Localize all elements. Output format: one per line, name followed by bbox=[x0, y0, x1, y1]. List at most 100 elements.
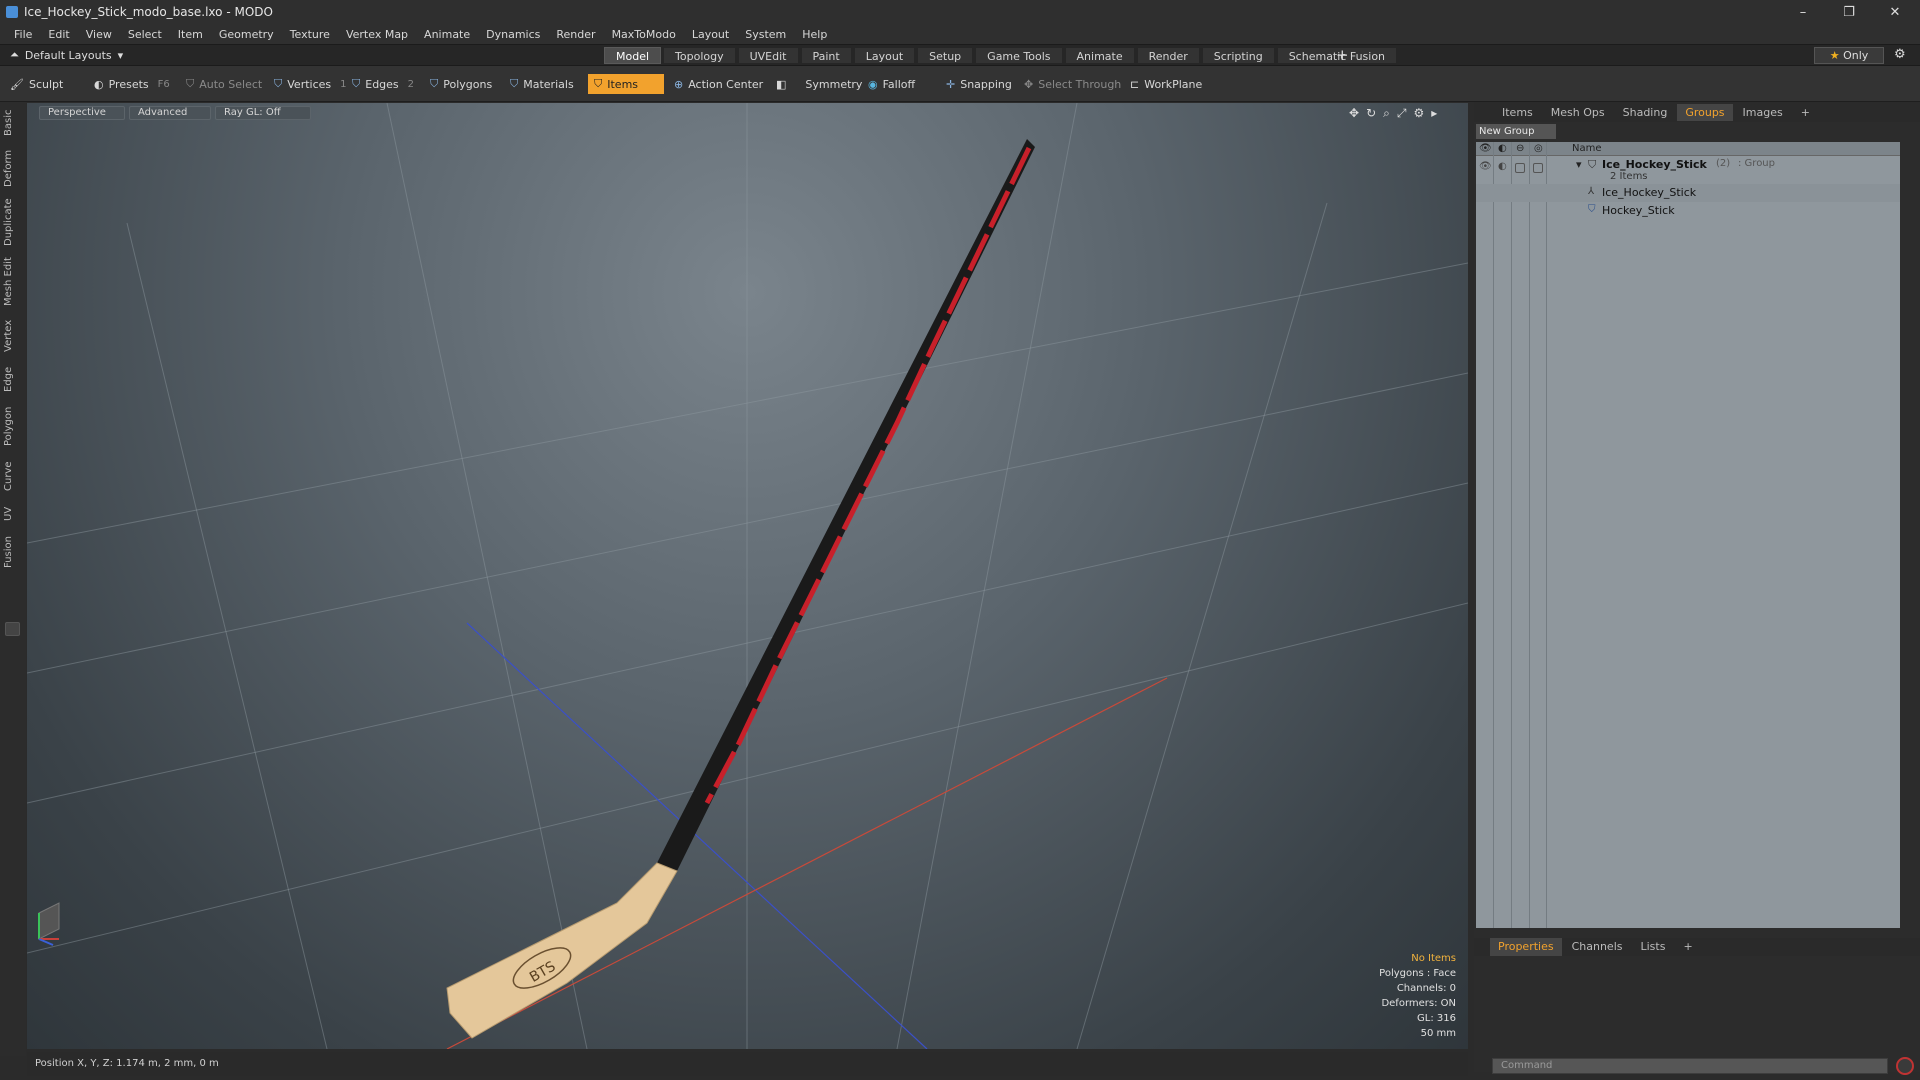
tab-layout[interactable]: Layout bbox=[853, 47, 916, 64]
menu-edit[interactable]: Edit bbox=[40, 28, 77, 41]
lock-icon[interactable]: ⊖ bbox=[1516, 143, 1524, 154]
left-tab-curve[interactable]: Curve bbox=[3, 456, 21, 496]
tab-model[interactable]: Model bbox=[604, 47, 662, 64]
auto-select-button[interactable]: ⛉ Auto Select bbox=[180, 74, 268, 94]
snapping-button[interactable]: ✛ Snapping bbox=[940, 74, 1018, 94]
menu-item[interactable]: Item bbox=[170, 28, 211, 41]
tab-properties[interactable]: Properties bbox=[1490, 938, 1562, 956]
menu-file[interactable]: File bbox=[6, 28, 40, 41]
hockey-stick-model[interactable]: BTS bbox=[446, 139, 1035, 1039]
list-item[interactable]: ⅄ Ice_Hockey_Stick bbox=[1476, 184, 1900, 202]
left-tab-basic[interactable]: Basic bbox=[3, 106, 21, 140]
workplane-button[interactable]: ⊏ WorkPlane bbox=[1124, 74, 1208, 94]
add-bottom-tab-icon[interactable]: + bbox=[1675, 938, 1700, 956]
falloff-button[interactable]: ◉ Falloff bbox=[862, 74, 921, 94]
new-group-button[interactable]: New Group bbox=[1476, 124, 1556, 139]
edges-button[interactable]: ⛉ Edges 2 bbox=[346, 74, 420, 94]
viewport-hud: No Items Polygons : Face Channels: 0 Def… bbox=[1379, 951, 1456, 1041]
menu-render[interactable]: Render bbox=[548, 28, 603, 41]
tab-animate[interactable]: Animate bbox=[1064, 47, 1135, 64]
group-expand-icon[interactable]: ▾ bbox=[1576, 158, 1582, 171]
symmetry-button[interactable]: ◧ Symmetry bbox=[770, 74, 868, 94]
tab-scripting[interactable]: Scripting bbox=[1201, 47, 1275, 64]
row-lock-toggle[interactable] bbox=[1515, 163, 1525, 173]
menu-system[interactable]: System bbox=[737, 28, 794, 41]
viewport-gear-icon[interactable]: ⚙ bbox=[1413, 106, 1424, 121]
tab-uvedit[interactable]: UVEdit bbox=[737, 47, 799, 64]
left-tab-edge[interactable]: Edge bbox=[3, 362, 21, 396]
row-eye-icon[interactable]: 👁 bbox=[1479, 161, 1492, 172]
tab-images[interactable]: Images bbox=[1735, 104, 1791, 121]
left-tab-polygon[interactable]: Polygon bbox=[3, 402, 21, 450]
raygl-button[interactable]: Ray GL: Off bbox=[215, 106, 311, 120]
modo-app-icon bbox=[6, 6, 18, 18]
visibility-eye-icon[interactable]: 👁 bbox=[1479, 143, 1492, 154]
menu-animate[interactable]: Animate bbox=[416, 28, 478, 41]
list-item[interactable]: ⛉ Hockey_Stick bbox=[1476, 202, 1900, 220]
maximize-button[interactable]: ❐ bbox=[1826, 0, 1872, 24]
window-title: Ice_Hockey_Stick_modo_base.lxo - MODO bbox=[24, 5, 273, 19]
right-panel: Items Mesh Ops Shading Groups Images + N… bbox=[1474, 102, 1920, 1075]
row-render-icon[interactable]: ◐ bbox=[1498, 161, 1507, 172]
left-tab-mesh-edit[interactable]: Mesh Edit bbox=[3, 254, 21, 310]
gear-icon[interactable]: ⚙ bbox=[1894, 47, 1906, 62]
left-tab-deform[interactable]: Deform bbox=[3, 146, 21, 190]
menu-help[interactable]: Help bbox=[794, 28, 835, 41]
layouts-dropdown[interactable]: ⏶ Default Layouts ▾ bbox=[10, 48, 123, 62]
left-tab-vertex[interactable]: Vertex bbox=[3, 316, 21, 356]
materials-button[interactable]: ⛉ Materials bbox=[504, 74, 580, 94]
menu-view[interactable]: View bbox=[78, 28, 120, 41]
vertices-button[interactable]: ⛉ Vertices 1 bbox=[268, 74, 353, 94]
tab-mesh-ops[interactable]: Mesh Ops bbox=[1543, 104, 1613, 121]
tab-groups[interactable]: Groups bbox=[1677, 103, 1733, 121]
fit-icon[interactable]: ⤢ bbox=[1397, 106, 1407, 121]
menu-texture[interactable]: Texture bbox=[282, 28, 338, 41]
tab-game-tools[interactable]: Game Tools bbox=[975, 47, 1063, 64]
only-button[interactable]: ★ Only bbox=[1814, 47, 1884, 64]
view-type-button[interactable]: Perspective bbox=[39, 106, 125, 120]
group-row[interactable]: 👁 ◐ ▾ ⛉ Ice_Hockey_Stick (2) : Group 2 I… bbox=[1476, 158, 1900, 184]
menu-layout[interactable]: Layout bbox=[684, 28, 737, 41]
sculpt-button[interactable]: 🖌 Sculpt bbox=[4, 74, 69, 94]
command-record-icon[interactable] bbox=[1896, 1057, 1914, 1075]
tab-paint[interactable]: Paint bbox=[800, 47, 852, 64]
name-column-header[interactable]: Name bbox=[1572, 143, 1602, 154]
render-icon[interactable]: ◐ bbox=[1498, 143, 1507, 154]
rotate-icon[interactable]: ↻ bbox=[1366, 106, 1376, 121]
presets-button[interactable]: ◐ Presets F6 bbox=[88, 74, 176, 94]
close-button[interactable]: ✕ bbox=[1872, 0, 1918, 24]
zoom-icon[interactable]: ⌕ bbox=[1383, 106, 1390, 121]
shading-mode-button[interactable]: Advanced bbox=[129, 106, 211, 120]
tab-render[interactable]: Render bbox=[1136, 47, 1200, 64]
select-through-button[interactable]: ✥ Select Through bbox=[1018, 74, 1127, 94]
3d-viewport[interactable]: BTS Perspective Advanced Ray GL: Off ✥ ↻… bbox=[27, 103, 1468, 1049]
pan-icon[interactable]: ✥ bbox=[1349, 106, 1359, 121]
select-icon[interactable]: ◎ bbox=[1534, 143, 1543, 154]
menu-vertex-map[interactable]: Vertex Map bbox=[338, 28, 416, 41]
tab-setup[interactable]: Setup bbox=[917, 47, 974, 64]
menu-dynamics[interactable]: Dynamics bbox=[478, 28, 548, 41]
row-select-toggle[interactable] bbox=[1533, 163, 1543, 173]
tab-topology[interactable]: Topology bbox=[663, 47, 736, 64]
presets-icon: ◐ bbox=[94, 77, 104, 91]
menu-maxtomodo[interactable]: MaxToModo bbox=[604, 28, 684, 41]
menu-geometry[interactable]: Geometry bbox=[211, 28, 282, 41]
tab-shading[interactable]: Shading bbox=[1615, 104, 1676, 121]
items-button[interactable]: ⛉ Items bbox=[588, 74, 664, 94]
hud-scale: 50 mm bbox=[1420, 1028, 1456, 1039]
tab-channels[interactable]: Channels bbox=[1564, 938, 1631, 956]
toggle-panel-button[interactable] bbox=[5, 622, 20, 636]
command-input[interactable]: Command bbox=[1492, 1058, 1888, 1074]
add-panel-tab-icon[interactable]: + bbox=[1793, 104, 1818, 121]
polygons-button[interactable]: ⛉ Polygons bbox=[424, 74, 498, 94]
left-tab-fusion[interactable]: Fusion bbox=[3, 532, 21, 572]
left-tab-uv[interactable]: UV bbox=[3, 502, 21, 526]
tab-lists[interactable]: Lists bbox=[1633, 938, 1674, 956]
action-center-button[interactable]: ⊕ Action Center bbox=[668, 74, 769, 94]
tab-items[interactable]: Items bbox=[1494, 104, 1541, 121]
minimize-button[interactable]: – bbox=[1780, 0, 1826, 24]
menu-select[interactable]: Select bbox=[120, 28, 170, 41]
add-tab-icon[interactable]: + bbox=[1336, 46, 1349, 64]
expand-arrow-icon[interactable]: ▸ bbox=[1431, 106, 1437, 121]
left-tab-duplicate[interactable]: Duplicate bbox=[3, 196, 21, 248]
